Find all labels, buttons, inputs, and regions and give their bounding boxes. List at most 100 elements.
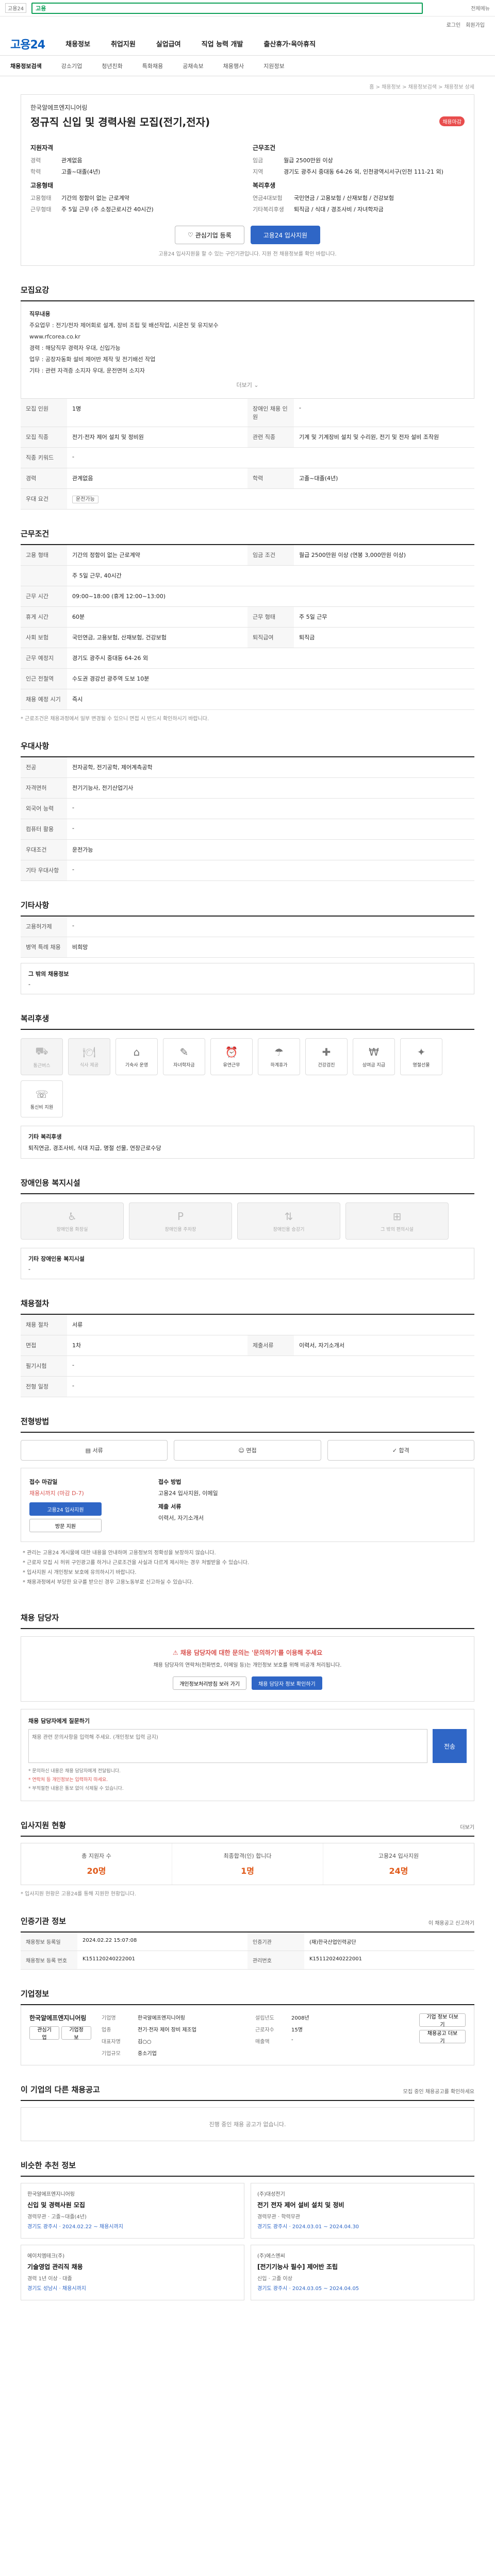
top-search-bar[interactable]: 고용 [31,2,423,14]
recommend-card[interactable]: (주)대성전기 전기 전자 제어 설비 설치 및 정비 경력무관 · 학력무관 … [251,2183,474,2239]
book-icon: ✎ [179,1045,189,1058]
scrap-button[interactable]: ♡ 관심기업 등록 [174,226,244,244]
more-button[interactable]: 더보기 ⌄ [29,380,466,391]
rec-date: 경기도 광주시 · 2024.03.01 ~ 2024.04.30 [257,2224,359,2230]
section-title: 채용 담당자 [21,1612,474,1629]
apply-button[interactable]: 고용24 입사지원 [250,226,321,244]
grid-value: 서류 [67,1315,474,1335]
summary-row: 기타복리후생 퇴직금 / 식대 / 경조사비 / 자녀학자금 [253,205,465,213]
stats-box: 총 지원자 수 20명 최종합격(인) 합니다 1명 고용24 입사지원 24명 [21,1843,474,1886]
grid-value: 비희망 [67,937,474,958]
welfare-card: 🍽 식사 제공 [68,1038,110,1075]
grid-key: 병역 특례 채용 [21,937,67,958]
chevron-down-icon: ⌄ [254,382,259,388]
contact-warning: ⚠ 채용 담당자에 대한 문의는 '문의하기'를 이용해 주세요 [32,1648,463,1657]
summary-label: 고용형태 [30,182,54,189]
summary-key: 학력 [30,168,41,175]
summary-row: 고용형태 기간의 정함이 없는 근로계약 [30,194,242,202]
docs-value: 이력서, 자기소개서 [158,1515,204,1521]
recommend-card[interactable]: 한국알에프엔지니어링 신입 및 경력사원 모집 경력무관 · 고졸~대졸(4년)… [21,2183,244,2239]
recommend-card[interactable]: 에이치엠테크(주) 기술영업 관리직 채용 경력 1년 이상 · 대졸 경기도 … [21,2245,244,2301]
sub-nav: 채용정보검색 강소기업 청년친화 특화채용 공채속보 채용행사 지원정보 [0,56,495,76]
contact-buttons: 개인정보처리방침 보러 가기 채용 담당자 정보 확인하기 [32,1676,463,1690]
section-title: 기타사항 [21,900,474,917]
login-link[interactable]: 로그인 [447,21,461,28]
section-title: 채용절차 [21,1298,474,1315]
nav-item-leave[interactable]: 출산휴가·육아휴직 [263,39,316,48]
question-input[interactable] [28,1729,427,1763]
stats-more-link[interactable]: 더보기 [460,1823,474,1831]
sub-nav-item[interactable]: 공채속보 [183,62,203,70]
rec-company: (주)대성전기 [257,2192,285,2198]
favorite-company-button[interactable]: 관심기업 [29,2026,59,2041]
info-value: 2008년 [291,2015,309,2022]
stat-number: 1명 [241,1866,254,1876]
signup-link[interactable]: 회원가입 [466,21,485,28]
postinfo-section: 인증기관 정보 이 채용공고 신고하기 채용정보 등록일 2024.02.22 1… [21,1916,474,1970]
notice-list: * 관리는 고용24 게시물에 대한 내용을 안내하며 고용정보의 정확성을 보… [21,1542,474,1594]
section-title: 장애인용 복지시설 [21,1177,474,1194]
section-head: 이 기업의 다른 채용공고 모집 중인 채용공고를 확인하세요 [21,2084,474,2102]
grid-key: 우대 요건 [21,489,67,510]
grid-value: (재)한국산업인력공단 [304,1933,474,1952]
car-icon: ⛟ [35,1045,48,1057]
grid-value: 수도권 경강선 광주역 도보 10분 [67,669,474,689]
job-title: 정규직 신입 및 경력사원 모집(전기,전자) [30,116,210,128]
grid-key: 전형 일정 [21,1377,67,1397]
recruit-section: 모집요강 직무내용 주요업무 : 전기/전자 제어회로 설계, 장비 조립 및 … [21,284,474,510]
stat-item: 고용24 입사지원 24명 [323,1843,474,1885]
rec-date: 경기도 성남시 · 채용시까지 [27,2286,86,2292]
step-row: ▤ 서류 ☺ 면접 ✓ 합격 [21,1440,474,1461]
sub-nav-item[interactable]: 채용정보검색 [10,62,42,70]
privacy-policy-button[interactable]: 개인정보처리방침 보러 가기 [173,1676,246,1690]
sub-nav-item[interactable]: 채용행사 [223,62,244,70]
other-jobs-section: 이 기업의 다른 채용공고 모집 중인 채용공고를 확인하세요 진행 중인 채용… [21,2084,474,2142]
content-wrap: 홈 > 채용정보 > 채용정보검색 > 채용정보 상세 한국알에프엔지니어링 정… [21,76,474,2342]
clock-icon: ⏰ [225,1045,238,1058]
top-menu-link[interactable]: 전체메뉴 [428,4,490,12]
site-logo[interactable]: 고용24 [10,36,45,52]
welfare-card: ⌂ 기숙사 운영 [116,1038,158,1075]
sub-nav-item[interactable]: 강소기업 [61,62,82,70]
sub-nav-item[interactable]: 특화채용 [142,62,163,70]
nav-item-jobs[interactable]: 채용정보 [65,39,90,48]
grid-value: 주 5일 근무 [294,607,474,628]
nav-item-training[interactable]: 직업 능력 개발 [202,39,243,48]
company-detail-button[interactable]: 기업정보 [61,2026,91,2041]
summary-row: 근무형태 주 5일 근무 (주 소정근로시간 40시간) [30,205,242,213]
grid-value: 09:00~18:00 (휴게 12:00~13:00) [67,586,474,607]
docs-label: 제출 서류 [158,1503,182,1510]
visit-apply-button[interactable]: 방문 지원 [29,1519,102,1532]
apply-method-box: 접수 마감일 채용시까지 (마감 D-7) 고용24 입사지원 방문 지원 접수… [21,1468,474,1542]
company-box: 한국알에프엔지니어링 관심기업 기업정보 기업명 한국알에프엔지니어링 설립년도 20… [21,2005,474,2066]
company-name[interactable]: 한국알에프엔지니어링 [30,103,465,112]
welfare-card: ⏰ 유연근무 [210,1038,253,1075]
nav-item-support[interactable]: 취업지원 [111,39,136,48]
welfare-card: ₩ 상여금 지급 [353,1038,395,1075]
contact-info-button[interactable]: 채용 담당자 정보 확인하기 [252,1676,322,1690]
report-link[interactable]: 이 채용공고 신고하기 [428,1919,474,1926]
rec-meta: 경력무관 · 고졸~대졸(4년) [27,2214,87,2221]
grid-value: 2024.02.22 15:07:08 [77,1933,248,1952]
person-icon: ☺ [238,1447,244,1454]
grid-key: 채용정보 등록일 [21,1933,77,1952]
apply-button[interactable]: 고용24 입사지원 [29,1502,102,1516]
rec-title: [전기기능사 필수] 제어반 조립 [257,2263,338,2271]
recommend-card[interactable]: (주)에스엔씨 [전기기능사 필수] 제어반 조립 신입 · 고졸 이상 경기도… [251,2245,474,2301]
question-submit-button[interactable]: 전송 [433,1729,467,1763]
summary-label: 복리후생 [253,182,276,189]
facility-card: ⇅ 장애인용 승강기 [237,1202,340,1240]
grid-key: 근무 형태 [248,607,294,628]
grid-key: 직종 키워드 [21,448,67,468]
nav-item-unemployment[interactable]: 실업급여 [156,39,181,48]
grid-key: 채용 절차 [21,1315,67,1335]
sub-nav-item[interactable]: 지원정보 [263,62,284,70]
subbox-value: - [28,981,30,988]
sub-nav-item[interactable]: 청년친화 [102,62,122,70]
grid-key: 경력 [21,468,67,489]
deadline-label: 접수 마감일 [29,1479,58,1485]
company-more-button[interactable]: 기업 정보 더보기 [419,2013,466,2028]
summary-key: 고용형태 [30,195,52,201]
company-jobs-button[interactable]: 채용공고 더보기 [419,2030,466,2044]
top-logo[interactable]: 고용24 [5,3,27,13]
